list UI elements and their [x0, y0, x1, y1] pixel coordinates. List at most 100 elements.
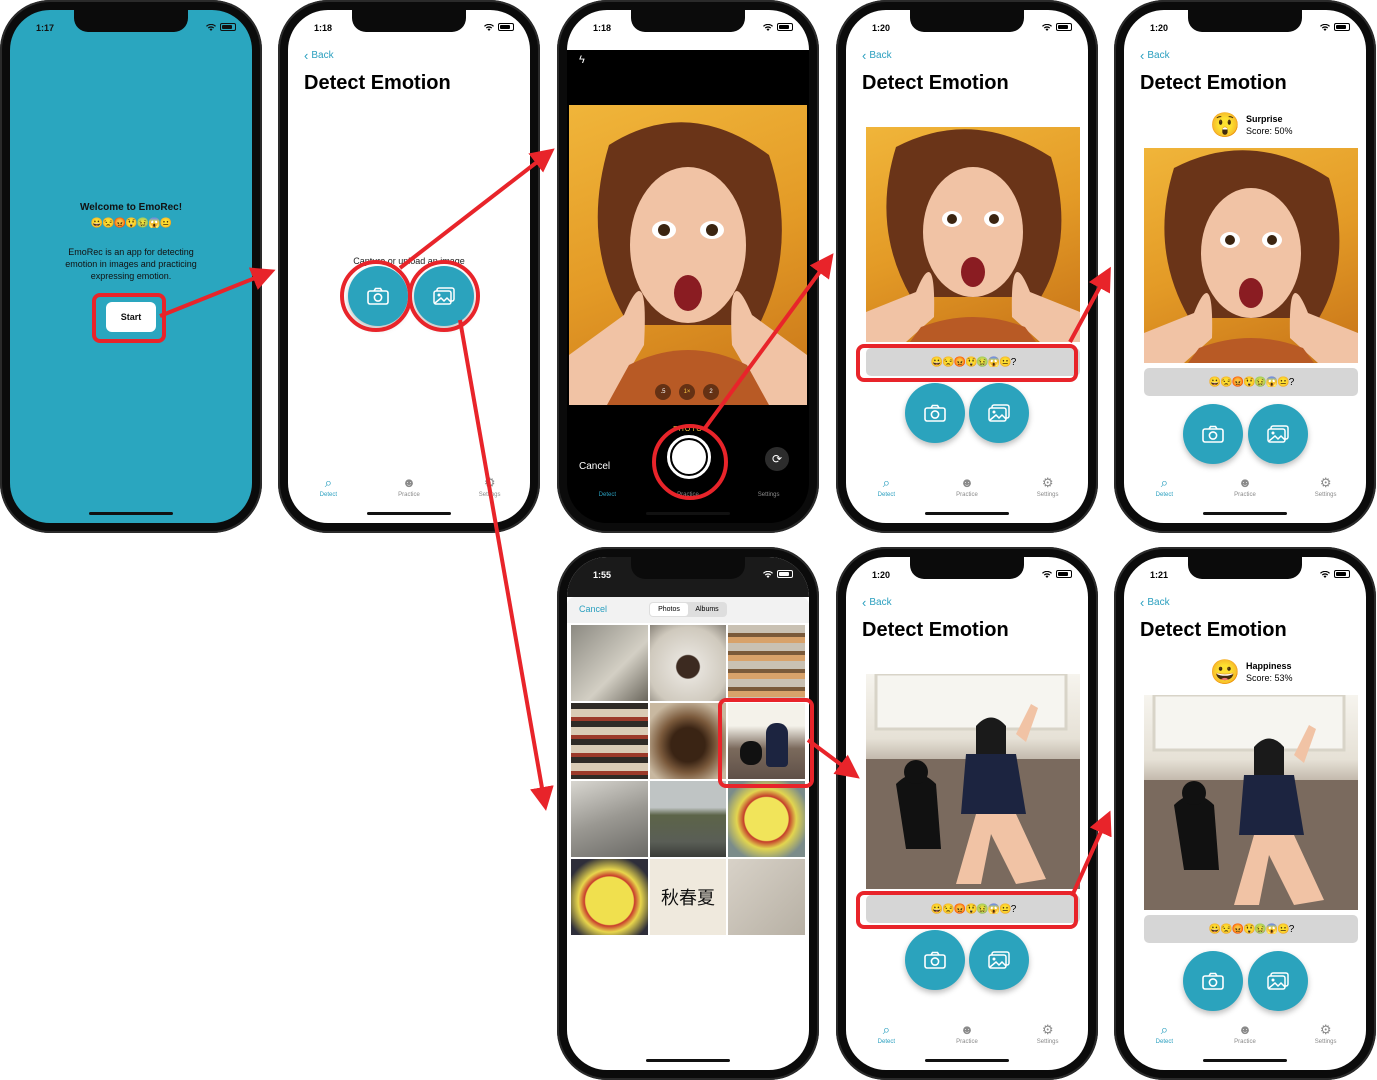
- tab-settings[interactable]: ⚙ Settings: [1013, 475, 1083, 505]
- camera-button[interactable]: [1183, 951, 1243, 1011]
- tab-settings[interactable]: ⚙ Settings: [1013, 1022, 1083, 1052]
- battery-icon: [498, 23, 514, 31]
- photo-library-icon: [988, 951, 1010, 969]
- photo-thumb[interactable]: [571, 781, 648, 857]
- battery-icon: [777, 570, 793, 578]
- result-score: Score: 53%: [1246, 673, 1293, 683]
- photo-thumb[interactable]: [649, 781, 727, 857]
- photo-thumb[interactable]: [649, 703, 727, 779]
- tab-settings[interactable]: ⚙ Settings: [1291, 475, 1361, 505]
- tab-practice[interactable]: ☻ Practice: [932, 475, 1002, 505]
- wifi-icon: [1042, 23, 1052, 31]
- back-button[interactable]: ‹ Back: [304, 49, 334, 62]
- photo-thumb[interactable]: [571, 703, 648, 779]
- photo-thumb[interactable]: [728, 781, 805, 857]
- tab-settings[interactable]: Settings: [734, 475, 804, 505]
- tab-detect[interactable]: ⌕ Detect: [293, 475, 363, 505]
- photo-thumb[interactable]: [571, 625, 648, 701]
- gear-icon: ⚙: [483, 475, 496, 490]
- detect-dog-result-screen: 1:21 ‹ Back Detect Emotion 😀 Happiness Sc…: [1124, 557, 1366, 1070]
- tab-label: Settings: [1036, 492, 1059, 498]
- welcome-emojis: 😀😒😡😲🤢😱😐: [90, 218, 172, 229]
- zoom-1x[interactable]: 1×: [679, 384, 695, 400]
- emotion-bar: 😀😒😡😲🤢😱😐?: [1144, 915, 1358, 943]
- tab-label: Detect: [877, 492, 895, 498]
- tab-detect[interactable]: ⌕ Detect: [851, 475, 921, 505]
- back-button[interactable]: ‹ Back: [862, 49, 892, 62]
- home-indicator: [925, 1059, 1009, 1062]
- back-button[interactable]: ‹ Back: [1140, 49, 1170, 62]
- battery-icon: [1056, 570, 1072, 578]
- seg-photos[interactable]: Photos: [650, 603, 688, 616]
- tab-label: Settings: [1036, 1039, 1059, 1045]
- tab-settings[interactable]: ⚙ Settings: [1291, 1022, 1361, 1052]
- highlight-shutter: [652, 424, 728, 500]
- photo-thumb[interactable]: [728, 859, 805, 935]
- camera-button[interactable]: [905, 383, 965, 443]
- flip-camera-icon[interactable]: ⟳: [765, 447, 789, 471]
- photo-thumb[interactable]: [571, 859, 648, 935]
- camera-icon: [924, 404, 946, 422]
- photo-thumb[interactable]: [728, 625, 805, 701]
- tab-label: Practice: [956, 1039, 978, 1045]
- selected-photo: [866, 674, 1080, 889]
- battery-icon: [1334, 570, 1350, 578]
- status-time: 1:20: [872, 23, 891, 33]
- notch: [1188, 10, 1302, 32]
- selected-photo: [1144, 148, 1358, 363]
- page-title: Detect Emotion: [304, 72, 451, 94]
- zoom-2x[interactable]: 2: [703, 384, 719, 400]
- search-icon: ⌕: [1160, 1022, 1168, 1037]
- woman-surprised-photo: [866, 129, 1080, 342]
- notch: [1188, 557, 1302, 579]
- highlight-emotion-bar: [856, 344, 1078, 382]
- camera-cancel[interactable]: Cancel: [579, 461, 610, 472]
- back-label: Back: [1147, 50, 1170, 61]
- tab-detect[interactable]: ⌕ Detect: [1129, 1022, 1199, 1052]
- tab-practice[interactable]: ☻ Practice: [932, 1022, 1002, 1052]
- tab-label: Detect: [877, 1039, 895, 1045]
- back-button[interactable]: ‹ Back: [862, 596, 892, 609]
- notch: [74, 10, 188, 32]
- tab-detect[interactable]: Detect: [572, 475, 642, 505]
- face-icon: ☻: [1238, 475, 1252, 490]
- phone-detect-empty: 1:18 ‹ Back Detect Emotion Capture or upl…: [278, 0, 540, 533]
- camera-button[interactable]: [905, 930, 965, 990]
- gear-icon: ⚙: [1041, 1022, 1054, 1037]
- tab-detect[interactable]: ⌕ Detect: [851, 1022, 921, 1052]
- tab-practice[interactable]: ☻ Practice: [1210, 475, 1280, 505]
- gallery-button[interactable]: [1248, 951, 1308, 1011]
- flash-icon[interactable]: ϟ: [579, 54, 585, 66]
- picker-cancel[interactable]: Cancel: [579, 604, 607, 614]
- detect-face-result-screen: 1:20 ‹ Back Detect Emotion 😲 Surprise Sco…: [1124, 10, 1366, 523]
- gallery-button[interactable]: [969, 930, 1029, 990]
- page-title: Detect Emotion: [862, 619, 1009, 641]
- seg-albums[interactable]: Albums: [688, 606, 726, 613]
- tab-detect[interactable]: ⌕ Detect: [1129, 475, 1199, 505]
- gallery-button[interactable]: [1248, 404, 1308, 464]
- status-time: 1:55: [593, 570, 612, 580]
- phone-detect-face-result: 1:20 ‹ Back Detect Emotion 😲 Surprise Sco…: [1114, 0, 1376, 533]
- zoom-0.5[interactable]: .5: [655, 384, 671, 400]
- home-indicator: [367, 512, 451, 515]
- wifi-icon: [484, 23, 494, 31]
- photo-thumb[interactable]: [649, 625, 727, 701]
- calligraphy-text: 秋春夏: [660, 888, 715, 909]
- gallery-button[interactable]: [969, 383, 1029, 443]
- gear-icon: ⚙: [1319, 1022, 1332, 1037]
- welcome-heading: Welcome to EmoRec!: [79, 202, 183, 213]
- photo-thumb-calligraphy[interactable]: 秋春夏: [649, 859, 727, 935]
- home-indicator: [1203, 1059, 1287, 1062]
- woman-surprised-photo: [1144, 150, 1358, 363]
- camera-button[interactable]: [1183, 404, 1243, 464]
- tab-bar: ⌕ Detect ☻ Practice ⚙ Settings: [1124, 475, 1366, 505]
- camera-icon: [1202, 972, 1224, 990]
- notch: [910, 557, 1024, 579]
- tab-practice[interactable]: ☻ Practice: [374, 475, 444, 505]
- tab-practice[interactable]: ☻ Practice: [1210, 1022, 1280, 1052]
- back-button[interactable]: ‹ Back: [1140, 596, 1170, 609]
- back-label: Back: [1147, 597, 1170, 608]
- tab-settings[interactable]: ⚙ Settings: [455, 475, 525, 505]
- status-time: 1:18: [593, 23, 612, 33]
- selected-photo: [1144, 695, 1358, 910]
